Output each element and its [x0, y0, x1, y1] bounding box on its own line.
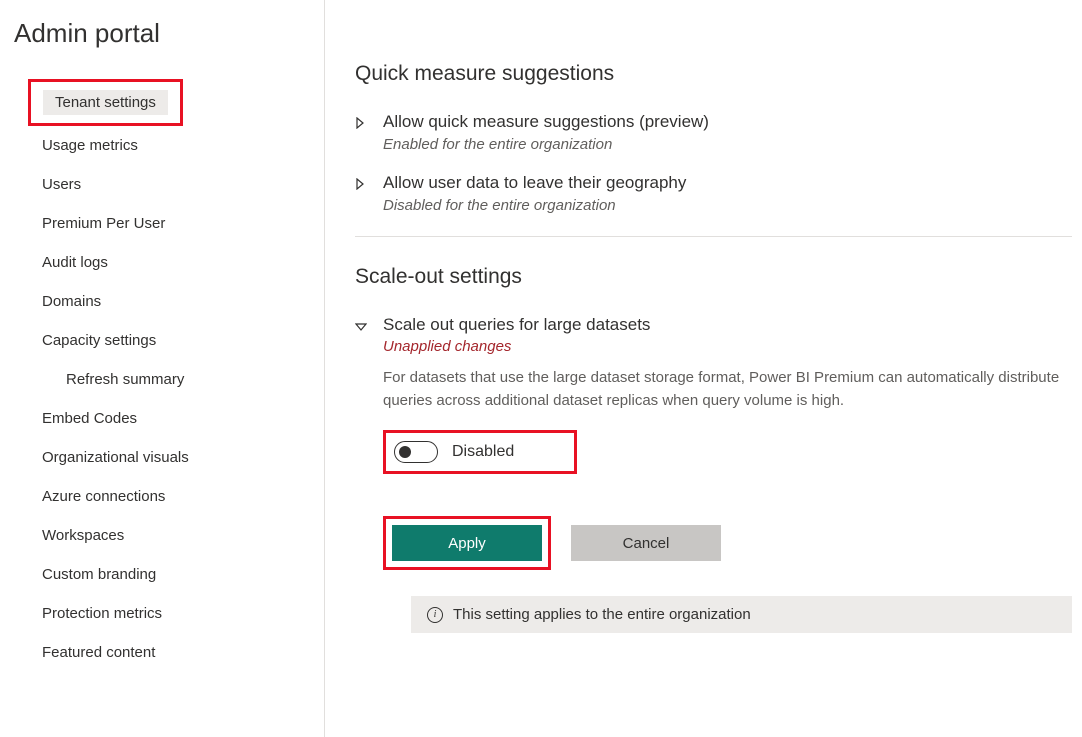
sidebar-item-organizational-visuals[interactable]: Organizational visuals [0, 438, 324, 477]
sidebar-item-audit-logs[interactable]: Audit logs [0, 243, 324, 282]
sidebar-item-protection-metrics[interactable]: Protection metrics [0, 594, 324, 633]
sidebar-item-capacity-settings[interactable]: Capacity settings [0, 321, 324, 360]
toggle-state-label: Disabled [452, 443, 514, 461]
section-title-scaleout: Scale-out settings [355, 265, 1072, 289]
cancel-button[interactable]: Cancel [571, 525, 721, 561]
setting-scale-out-queries[interactable]: Scale out queries for large datasets Una… [355, 313, 1072, 634]
toggle-container: Disabled [383, 430, 577, 474]
sidebar-item-premium-per-user[interactable]: Premium Per User [0, 204, 324, 243]
toggle-knob [399, 446, 411, 458]
setting-label: Allow user data to leave their geography [383, 171, 1072, 195]
setting-allow-user-data-leave[interactable]: Allow user data to leave their geography… [355, 171, 1072, 214]
main-content: Quick measure suggestions Allow quick me… [325, 0, 1082, 737]
chevron-down-icon [355, 319, 369, 335]
chevron-right-icon [355, 177, 369, 193]
setting-description: For datasets that use the large dataset … [383, 367, 1072, 412]
sidebar-item-embed-codes[interactable]: Embed Codes [0, 399, 324, 438]
info-banner: i This setting applies to the entire org… [411, 596, 1072, 633]
sidebar-item-featured-content[interactable]: Featured content [0, 633, 324, 672]
setting-status: Enabled for the entire organization [383, 136, 1072, 153]
sidebar-item-tenant-settings[interactable]: Tenant settings [43, 90, 168, 115]
divider [355, 236, 1072, 237]
sidebar-item-azure-connections[interactable]: Azure connections [0, 477, 324, 516]
info-icon: i [427, 607, 443, 623]
setting-label: Scale out queries for large datasets [383, 313, 1072, 337]
sidebar-item-domains[interactable]: Domains [0, 282, 324, 321]
sidebar-item-workspaces[interactable]: Workspaces [0, 516, 324, 555]
setting-label: Allow quick measure suggestions (preview… [383, 110, 1072, 134]
section-title-qms: Quick measure suggestions [355, 62, 1072, 86]
admin-sidebar: Admin portal Tenant settings Usage metri… [0, 0, 325, 737]
chevron-right-icon [355, 116, 369, 132]
sidebar-item-usage-metrics[interactable]: Usage metrics [0, 126, 324, 165]
sidebar-item-refresh-summary[interactable]: Refresh summary [0, 360, 324, 399]
unapplied-changes-warning: Unapplied changes [383, 338, 1072, 355]
scale-out-toggle[interactable] [394, 441, 438, 463]
apply-button[interactable]: Apply [392, 525, 542, 561]
button-row: Apply Cancel [383, 516, 1072, 570]
sidebar-item-users[interactable]: Users [0, 165, 324, 204]
info-text: This setting applies to the entire organ… [453, 606, 751, 623]
apply-highlight: Apply [383, 516, 551, 570]
page-title: Admin portal [0, 18, 324, 79]
sidebar-item-custom-branding[interactable]: Custom branding [0, 555, 324, 594]
setting-status: Disabled for the entire organization [383, 197, 1072, 214]
setting-allow-qms[interactable]: Allow quick measure suggestions (preview… [355, 110, 1072, 153]
